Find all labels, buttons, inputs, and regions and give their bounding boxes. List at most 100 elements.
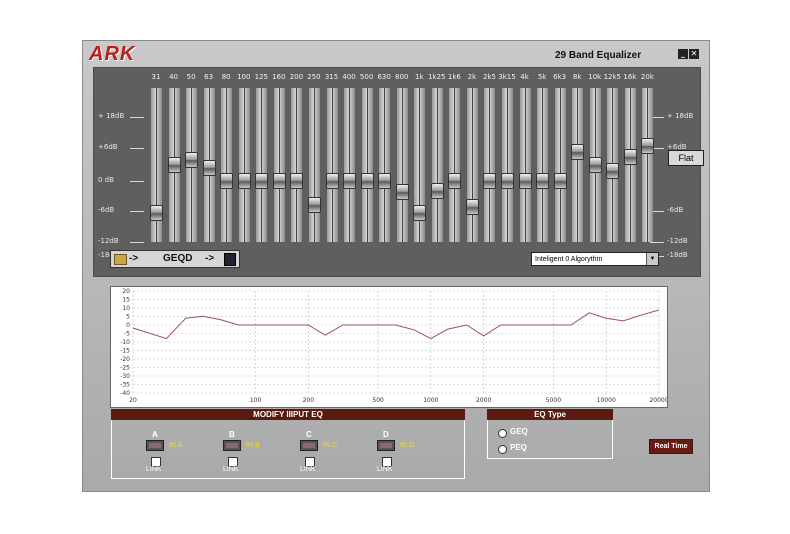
eq-type-panel: EQ Type GEQ PEQ bbox=[487, 409, 613, 459]
window-title: 29 Band Equalizer bbox=[555, 50, 642, 61]
band-slider-track[interactable] bbox=[572, 88, 584, 242]
band-slider-track[interactable] bbox=[344, 88, 356, 242]
band-slider-track[interactable] bbox=[537, 88, 549, 242]
link-label: LINK bbox=[377, 466, 393, 473]
band-slider-track[interactable] bbox=[642, 88, 654, 242]
chevron-down-icon[interactable]: ▼ bbox=[646, 253, 658, 265]
db-scale-label: -6dB bbox=[667, 206, 684, 214]
band-slider-knob[interactable] bbox=[553, 173, 567, 189]
scale-tick bbox=[130, 211, 144, 212]
band-slider-track[interactable] bbox=[238, 88, 250, 242]
band-slider-track[interactable] bbox=[484, 88, 496, 242]
y-tick-label: -15 bbox=[120, 348, 130, 355]
db-scale-label: -12dB bbox=[667, 237, 688, 245]
radio-peq[interactable] bbox=[498, 445, 507, 454]
channel-input-label: IN D bbox=[400, 442, 414, 449]
flat-button[interactable]: Flat bbox=[668, 150, 704, 166]
y-tick-label: -5 bbox=[124, 331, 130, 338]
band-slider-track[interactable] bbox=[256, 88, 268, 242]
channel-eq-button[interactable] bbox=[223, 440, 241, 451]
band-slider-knob[interactable] bbox=[413, 205, 427, 221]
band-slider-track[interactable] bbox=[221, 88, 233, 242]
band-slider-knob[interactable] bbox=[290, 173, 304, 189]
band-slider-track[interactable] bbox=[502, 88, 513, 242]
equalizer-panel: + 18dB +6dB 0 dB -6dB -12dB -18dB + 18dB +6dB -… bbox=[93, 67, 704, 277]
band-slider-knob[interactable] bbox=[167, 157, 181, 173]
channel-input-label: IN B bbox=[246, 442, 260, 449]
band-slider-knob[interactable] bbox=[536, 173, 550, 189]
band-slider-knob[interactable] bbox=[483, 173, 497, 189]
radio-peq-label: PEQ bbox=[510, 443, 527, 452]
band-slider-knob[interactable] bbox=[237, 173, 251, 189]
band-slider-knob[interactable] bbox=[202, 160, 216, 177]
x-tick-label: 20000 bbox=[649, 397, 667, 404]
eq-type-title: EQ Type bbox=[487, 409, 613, 420]
modify-input-eq-title: MODIFY IIIPUT EQ bbox=[111, 409, 465, 420]
band-slider-track[interactable] bbox=[466, 88, 478, 242]
db-scale-label: + 18dB bbox=[98, 112, 125, 120]
radio-geq-label: GEQ bbox=[510, 427, 528, 436]
band-slider-track[interactable] bbox=[519, 88, 531, 242]
band-slider-knob[interactable] bbox=[360, 173, 374, 189]
arrow-label: -> bbox=[129, 253, 139, 264]
band-slider-track[interactable] bbox=[624, 88, 636, 242]
band-slider-track[interactable] bbox=[291, 88, 303, 242]
band-slider-knob[interactable] bbox=[395, 184, 409, 201]
minimize-icon[interactable]: _ bbox=[678, 49, 688, 59]
x-tick-label: 200 bbox=[303, 397, 315, 404]
band-slider-track[interactable] bbox=[326, 88, 338, 242]
channel-label: D bbox=[383, 430, 389, 439]
band-slider-knob[interactable] bbox=[465, 198, 479, 215]
eq-response-curve bbox=[132, 309, 660, 340]
band-slider-track[interactable] bbox=[361, 88, 373, 242]
band-slider-knob[interactable] bbox=[378, 173, 392, 189]
channel-eq-button[interactable] bbox=[377, 440, 395, 451]
channel-eq-button[interactable] bbox=[146, 440, 164, 451]
band-slider-knob[interactable] bbox=[307, 197, 321, 213]
db-scale-label: -12dB bbox=[98, 237, 119, 245]
band-slider-knob[interactable] bbox=[343, 173, 357, 189]
band-slider-knob[interactable] bbox=[272, 173, 286, 189]
band-slider-knob[interactable] bbox=[185, 152, 199, 169]
band-slider-track[interactable] bbox=[396, 88, 408, 242]
band-slider-track[interactable] bbox=[554, 88, 566, 242]
x-tick-label: 10000 bbox=[597, 397, 616, 404]
band-slider-track[interactable] bbox=[273, 88, 285, 242]
band-slider-knob[interactable] bbox=[325, 173, 339, 189]
y-tick-label: 20 bbox=[122, 288, 130, 295]
real-time-button[interactable]: Real Time bbox=[649, 439, 693, 454]
band-slider-knob[interactable] bbox=[571, 144, 585, 161]
close-icon[interactable]: ✕ bbox=[689, 49, 699, 59]
save-disk-icon[interactable] bbox=[224, 253, 236, 266]
band-slider-knob[interactable] bbox=[220, 173, 234, 189]
band-slider-knob[interactable] bbox=[150, 205, 163, 221]
radio-geq[interactable] bbox=[498, 429, 507, 438]
scale-tick bbox=[130, 148, 144, 149]
arrow-label: -> bbox=[205, 253, 215, 264]
band-slider-knob[interactable] bbox=[588, 157, 602, 173]
band-slider-track[interactable] bbox=[431, 88, 443, 242]
y-tick-label: -10 bbox=[120, 339, 130, 346]
algorithm-select[interactable]: Inteligent 0 Algorythm ▼ bbox=[531, 252, 659, 266]
channel-label: B bbox=[229, 430, 235, 439]
band-slider-knob[interactable] bbox=[501, 173, 514, 189]
band-slider-knob[interactable] bbox=[641, 137, 655, 154]
band-slider-knob[interactable] bbox=[606, 163, 620, 180]
scale-tick bbox=[130, 242, 144, 243]
modify-input-eq-panel: MODIFY IIIPUT EQ A IN A LINK B IN B LINK C IN C… bbox=[111, 409, 465, 479]
folder-open-icon[interactable] bbox=[114, 254, 127, 265]
band-slider-knob[interactable] bbox=[430, 182, 444, 199]
band-slider-knob[interactable] bbox=[255, 173, 269, 189]
link-label: LINK bbox=[223, 466, 239, 473]
band-slider-track[interactable] bbox=[379, 88, 391, 242]
channel-eq-button[interactable] bbox=[300, 440, 318, 451]
ark-logo: ARK bbox=[89, 43, 136, 65]
band-slider-knob[interactable] bbox=[518, 173, 532, 189]
x-tick-label: 100 bbox=[250, 397, 262, 404]
band-slider-track[interactable] bbox=[308, 88, 320, 242]
band-slider-track[interactable] bbox=[449, 88, 461, 242]
x-tick-label: 2000 bbox=[476, 397, 491, 404]
band-slider-knob[interactable] bbox=[448, 173, 462, 189]
band-slider-knob[interactable] bbox=[623, 149, 637, 165]
algorithm-selected: Inteligent 0 Algorythm bbox=[535, 256, 603, 263]
